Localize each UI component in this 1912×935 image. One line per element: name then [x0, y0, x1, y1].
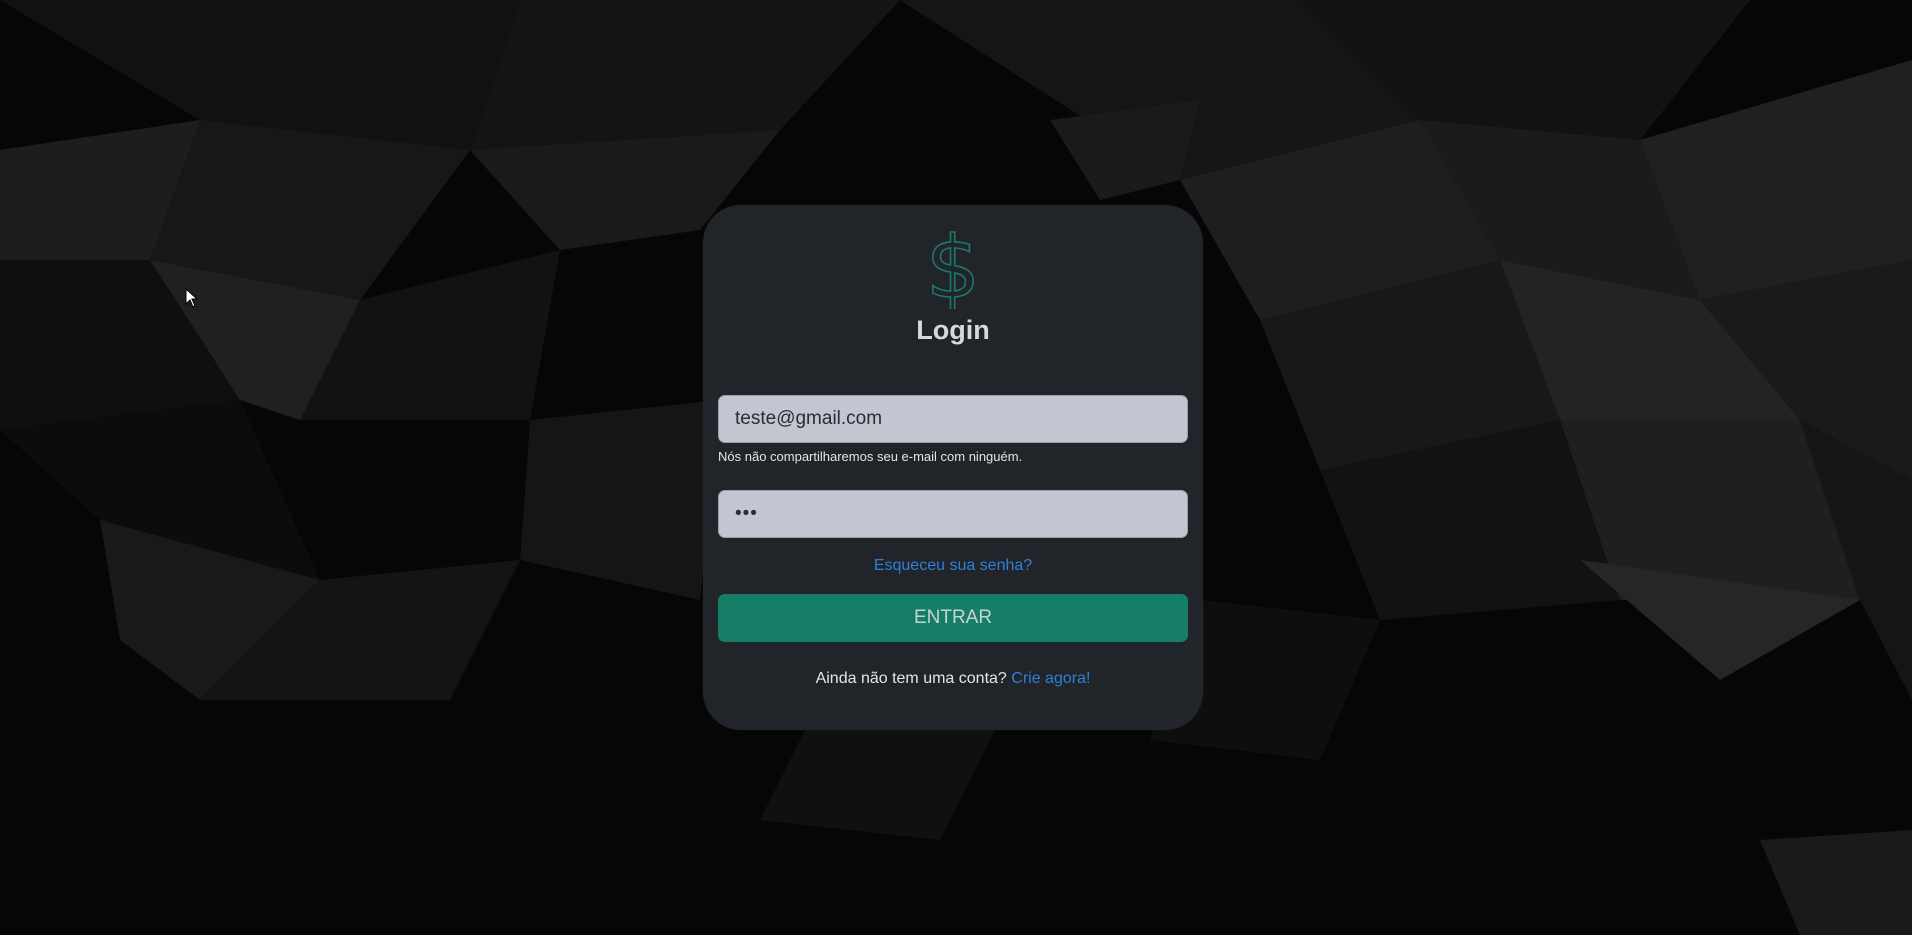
signup-prompt-text: Ainda não tem uma conta?	[815, 670, 1007, 687]
forgot-password-link[interactable]: Esqueceu sua senha?	[703, 557, 1203, 575]
password-field[interactable]: •••	[718, 490, 1188, 538]
email-help-text: Nós não compartilharemos seu e-mail com …	[718, 449, 1023, 464]
email-field[interactable]: teste@gmail.com	[718, 395, 1188, 443]
page-title: Login	[916, 315, 990, 345]
mouse-pointer-icon	[185, 287, 199, 313]
signup-link[interactable]: Crie agora!	[1011, 670, 1090, 687]
signup-prompt: Ainda não tem uma conta? Crie agora!	[703, 670, 1203, 688]
login-button[interactable]: ENTRAR	[718, 594, 1188, 642]
svg-text:$: $	[928, 227, 978, 309]
login-card: $ Login teste@gmail.com Nós não comparti…	[703, 205, 1203, 730]
dollar-sign-icon: $	[703, 227, 1203, 314]
